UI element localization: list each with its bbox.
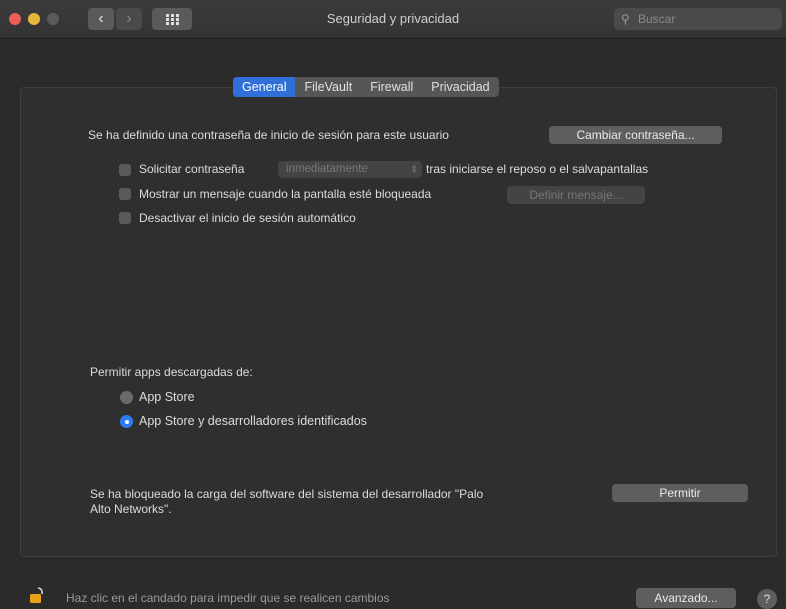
disable-autologin-checkbox[interactable] <box>119 212 131 224</box>
lock-icon[interactable] <box>30 587 46 603</box>
radio-app-store-label: App Store <box>139 390 195 404</box>
search-icon: ⚲ <box>621 12 630 26</box>
tab-filevault[interactable]: FileVault <box>295 77 361 97</box>
disable-autologin-label: Desactivar el inicio de sesión automátic… <box>139 211 356 225</box>
help-button[interactable]: ? <box>757 589 777 609</box>
search-field[interactable]: ⚲ Buscar <box>614 8 782 30</box>
search-placeholder: Buscar <box>638 12 676 26</box>
radio-app-store-identified[interactable] <box>120 415 133 428</box>
allow-apps-label: Permitir apps descargadas de: <box>90 365 253 379</box>
radio-app-store[interactable] <box>120 391 133 404</box>
select-arrows-icon: ⇕ <box>410 164 418 174</box>
advanced-button[interactable]: Avanzado... <box>636 588 736 608</box>
password-set-text: Se ha definido una contraseña de inicio … <box>88 128 449 142</box>
blocked-software-text-line1: Se ha bloqueado la carga del software de… <box>90 487 484 501</box>
require-password-suffix: tras iniciarse el reposo o el salvapanta… <box>426 162 649 176</box>
tab-general[interactable]: General <box>233 77 296 97</box>
change-password-button[interactable]: Cambiar contraseña... <box>549 126 722 144</box>
radio-app-store-identified-label: App Store y desarrolladores identificado… <box>139 414 367 428</box>
lock-hint-text: Haz clic en el candado para impedir que … <box>66 591 390 605</box>
blocked-software-text-line2: Alto Networks". <box>90 502 172 516</box>
show-message-checkbox[interactable] <box>119 188 131 200</box>
require-password-label: Solicitar contraseña <box>139 162 245 176</box>
tab-firewall[interactable]: Firewall <box>361 77 422 97</box>
allow-software-button[interactable]: Permitir <box>612 484 748 502</box>
tab-bar: General FileVault Firewall Privacidad <box>233 77 499 97</box>
tab-privacidad[interactable]: Privacidad <box>422 77 498 97</box>
title-bar: ‹ › Seguridad y privacidad ⚲ Buscar <box>0 0 786 39</box>
require-password-delay-value: inmediatamente <box>286 163 368 175</box>
require-password-checkbox[interactable] <box>119 164 131 176</box>
set-message-button[interactable]: Definir mensaje... <box>507 186 645 204</box>
show-message-label: Mostrar un mensaje cuando la pantalla es… <box>139 187 432 201</box>
require-password-delay-select[interactable]: inmediatamente ⇕ <box>278 161 422 178</box>
